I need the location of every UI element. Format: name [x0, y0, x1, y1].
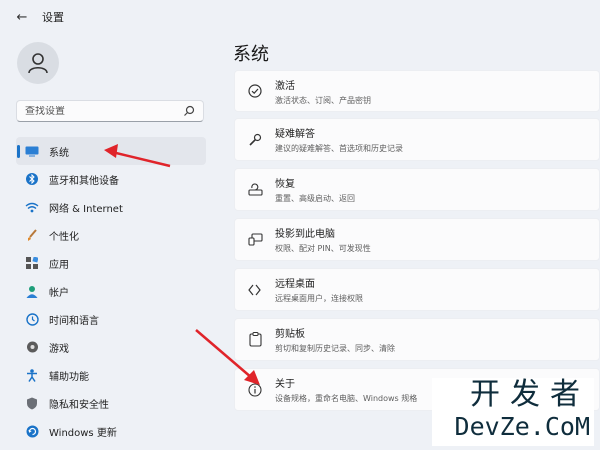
- card-title: 远程桌面: [275, 279, 315, 290]
- search-box[interactable]: [16, 100, 204, 122]
- sidebar-item-label: Windows 更新: [49, 427, 117, 439]
- card-description: 设备规格，重命名电脑、Windows 规格: [275, 394, 418, 403]
- sidebar-item-network[interactable]: 网络 & Internet: [16, 193, 206, 221]
- card-description: 建议的疑难解答、首选项和历史记录: [275, 144, 403, 153]
- remote-desktop-icon: [247, 282, 263, 298]
- card-activation[interactable]: 激活 激活状态、订阅、产品密钥: [234, 70, 600, 112]
- watermark-text-en: DevZe.CoM: [454, 412, 590, 441]
- card-description: 重置、高级启动、返回: [275, 194, 355, 203]
- sidebar-item-label: 时间和语言: [49, 315, 99, 327]
- sidebar-item-label: 辅助功能: [49, 371, 89, 383]
- shield-icon: [25, 396, 39, 410]
- card-remote-desktop[interactable]: 远程桌面 远程桌面用户，连接权限: [234, 268, 600, 311]
- check-circle-icon: [247, 83, 263, 99]
- watermark-text-cn: 开发者: [470, 377, 590, 412]
- avatar[interactable]: [17, 42, 59, 84]
- card-title: 剪贴板: [275, 329, 305, 340]
- sidebar-item-label: 游戏: [49, 343, 69, 355]
- search-input[interactable]: [25, 105, 185, 117]
- sidebar-item-windows-update[interactable]: Windows 更新: [16, 417, 206, 445]
- sidebar-item-label: 蓝牙和其他设备: [49, 175, 119, 187]
- accessibility-icon: [25, 368, 39, 382]
- update-icon: [25, 424, 39, 438]
- card-clipboard[interactable]: 剪贴板 剪切和复制历史记录、同步、清除: [234, 318, 600, 361]
- sidebar-item-accessibility[interactable]: 辅助功能: [16, 361, 206, 389]
- back-arrow-icon[interactable]: ←: [10, 5, 34, 29]
- gamepad-icon: [25, 340, 39, 354]
- apps-icon: [25, 256, 39, 270]
- sidebar-item-system[interactable]: 系统: [16, 137, 206, 165]
- card-title: 关于: [275, 379, 295, 390]
- sidebar-item-label: 帐户: [49, 287, 69, 299]
- card-title: 激活: [275, 80, 295, 92]
- clock-globe-icon: [25, 312, 39, 326]
- card-description: 激活状态、订阅、产品密钥: [275, 95, 371, 105]
- sidebar-item-personalization[interactable]: 个性化: [16, 221, 206, 249]
- card-troubleshoot[interactable]: 疑难解答 建议的疑难解答、首选项和历史记录: [234, 118, 600, 161]
- watermark: 开发者 DevZe.CoM: [432, 378, 594, 446]
- user-icon: [28, 53, 48, 74]
- sidebar-item-time-language[interactable]: 时间和语言: [16, 305, 206, 333]
- sidebar-item-apps[interactable]: 应用: [16, 249, 206, 277]
- sidebar-item-accounts[interactable]: 帐户: [16, 277, 206, 305]
- sidebar-item-label: 网络 & Internet: [49, 203, 123, 215]
- sidebar-item-bluetooth[interactable]: 蓝牙和其他设备: [16, 165, 206, 193]
- bluetooth-icon: [25, 172, 39, 186]
- app-title: 设置: [42, 11, 64, 24]
- sidebar-item-label: 应用: [49, 259, 69, 271]
- sidebar-item-label: 系统: [49, 147, 69, 159]
- wifi-icon: [25, 200, 39, 214]
- sidebar: 系统 蓝牙和其他设备 网络 & Internet 个性化 应用: [0, 34, 215, 450]
- projection-icon: [247, 232, 263, 248]
- sidebar-item-label: 个性化: [49, 231, 79, 243]
- card-description: 剪切和复制历史记录、同步、清除: [275, 344, 395, 353]
- sidebar-item-privacy-security[interactable]: 隐私和安全性: [16, 389, 206, 417]
- monitor-icon: [25, 144, 39, 158]
- clipboard-icon: [247, 332, 263, 348]
- card-description: 权限、配对 PIN、可发现性: [275, 244, 371, 253]
- search-icon[interactable]: [183, 105, 195, 117]
- info-icon: [247, 382, 263, 398]
- card-description: 远程桌面用户，连接权限: [275, 294, 363, 303]
- brush-icon: [25, 228, 39, 242]
- wrench-icon: [247, 132, 263, 148]
- person-icon: [25, 284, 39, 298]
- card-title: 疑难解答: [275, 129, 315, 140]
- title-bar: ← 设置: [0, 0, 600, 34]
- sidebar-item-gaming[interactable]: 游戏: [16, 333, 206, 361]
- sidebar-item-label: 隐私和安全性: [49, 399, 109, 411]
- card-title: 投影到此电脑: [275, 229, 335, 240]
- sidebar-nav: 系统 蓝牙和其他设备 网络 & Internet 个性化 应用 帐户 时间和语言…: [16, 137, 206, 445]
- card-title: 恢复: [275, 179, 295, 190]
- page-title: 系统: [233, 44, 269, 65]
- card-recovery[interactable]: 恢复 重置、高级启动、返回: [234, 168, 600, 211]
- card-project-to-pc[interactable]: 投影到此电脑 权限、配对 PIN、可发现性: [234, 218, 600, 261]
- recovery-icon: [247, 182, 263, 198]
